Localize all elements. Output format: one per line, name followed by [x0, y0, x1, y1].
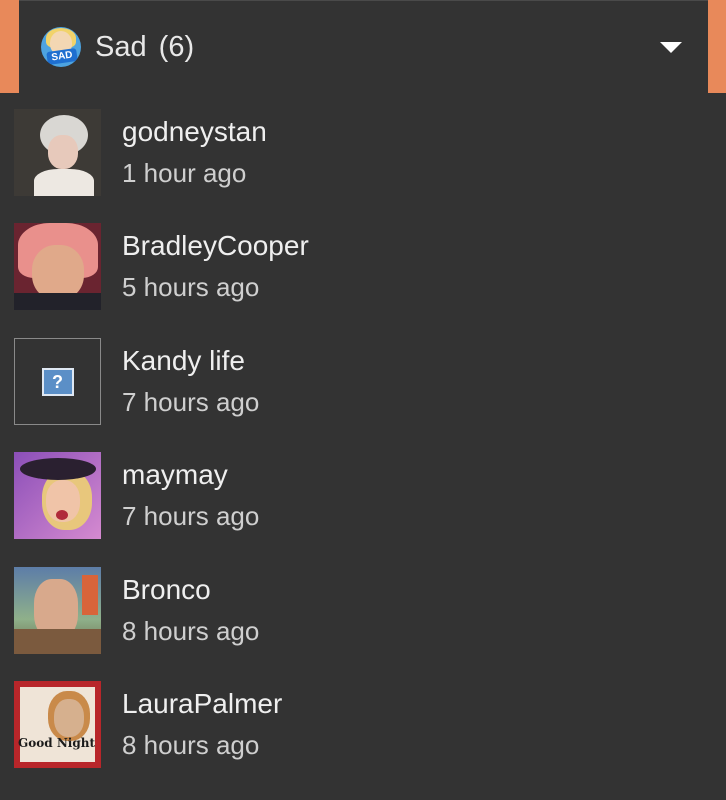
caret-down-icon[interactable] [660, 41, 682, 53]
reaction-count: (6) [158, 30, 195, 63]
reaction-timestamp: 8 hours ago [122, 730, 260, 760]
user-name[interactable]: Bronco [122, 572, 259, 608]
user-avatar[interactable]: ? [14, 338, 101, 425]
list-item[interactable]: BradleyCooper 5 hours ago [14, 223, 714, 310]
user-avatar[interactable] [14, 567, 101, 654]
user-avatar[interactable] [14, 223, 101, 310]
user-name[interactable]: godneystan [122, 114, 267, 150]
reaction-filter-label: Sad (6) [95, 31, 660, 64]
reaction-timestamp: 8 hours ago [122, 616, 260, 646]
user-name[interactable]: Kandy life [122, 343, 259, 379]
list-item[interactable]: ? Kandy life 7 hours ago [14, 338, 714, 425]
sad-reaction-icon: SAD [41, 27, 81, 67]
list-item[interactable]: maymay 7 hours ago [14, 452, 714, 539]
reaction-timestamp: 7 hours ago [122, 387, 260, 417]
reaction-timestamp: 5 hours ago [122, 272, 260, 302]
reaction-name: Sad [95, 30, 147, 63]
list-item[interactable]: godneystan 1 hour ago [14, 109, 714, 196]
reactions-panel: SAD Sad (6) godneystan 1 hour ago Bradle… [0, 0, 726, 800]
reaction-timestamp: 1 hour ago [122, 158, 247, 188]
user-name[interactable]: BradleyCooper [122, 228, 309, 264]
user-name[interactable]: maymay [122, 457, 259, 493]
user-name[interactable]: LauraPalmer [122, 686, 282, 722]
user-avatar[interactable] [14, 452, 101, 539]
reaction-filter-dropdown[interactable]: SAD Sad (6) [19, 0, 708, 93]
user-avatar[interactable]: Good Night [14, 681, 101, 768]
reaction-timestamp: 7 hours ago [122, 501, 260, 531]
user-avatar[interactable] [14, 109, 101, 196]
broken-image-icon: ? [41, 367, 74, 396]
avatar-caption: Good Night [18, 736, 96, 750]
list-item[interactable]: Bronco 8 hours ago [14, 567, 714, 654]
list-item[interactable]: Good Night LauraPalmer 8 hours ago [14, 681, 714, 768]
